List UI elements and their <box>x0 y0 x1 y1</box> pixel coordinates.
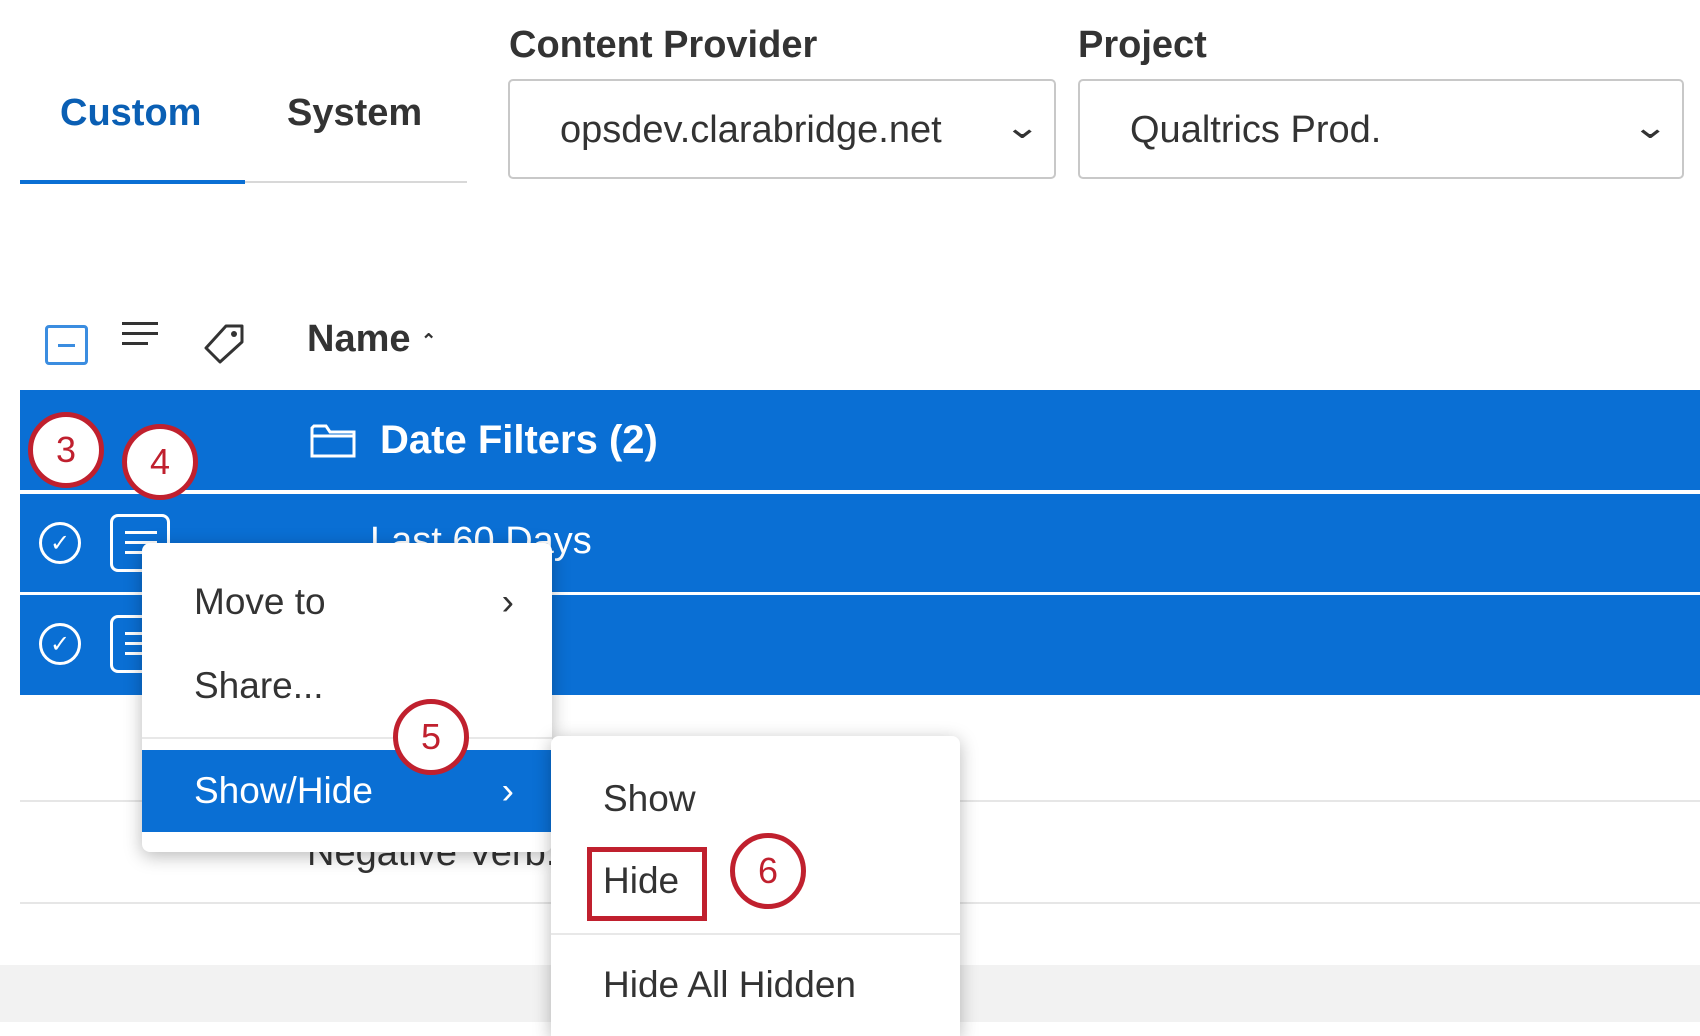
submenu-item-show[interactable]: Show <box>551 778 960 820</box>
context-menu: Move to› Share... Show/Hide› <box>142 543 552 852</box>
project-label: Project <box>1078 24 1207 67</box>
menu-item-show-hide[interactable]: Show/Hide› <box>142 750 552 832</box>
project-value: Qualtrics Prod. <box>1130 109 1381 151</box>
annotation-3: 3 <box>28 412 104 488</box>
row-name: Date Filters (2) <box>380 418 658 463</box>
menu-divider <box>551 933 960 935</box>
sort-ascending-icon: ⌃ <box>421 330 436 350</box>
folder-icon <box>310 422 356 463</box>
tab-custom[interactable]: Custom <box>60 92 201 135</box>
row-check-icon[interactable]: ✓ <box>39 522 81 564</box>
submenu-item-hide-all-hidden[interactable]: Hide All Hidden <box>551 964 960 1006</box>
menu-item-share[interactable]: Share... <box>142 665 552 707</box>
content-provider-select[interactable]: opsdev.clarabridge.net ⌄ <box>508 79 1056 179</box>
chevron-down-icon: ⌄ <box>1003 107 1040 147</box>
active-tab-indicator <box>20 180 245 184</box>
chevron-right-icon: › <box>502 770 514 812</box>
tab-system[interactable]: System <box>287 92 422 135</box>
table-row-folder[interactable]: Date Filters (2) <box>20 390 1700 490</box>
chevron-right-icon: › <box>502 581 514 623</box>
select-all-checkbox[interactable] <box>45 325 88 365</box>
project-select[interactable]: Qualtrics Prod. ⌄ <box>1078 79 1684 179</box>
annotation-5: 5 <box>393 699 469 775</box>
menu-item-move-to[interactable]: Move to› <box>142 581 552 623</box>
content-provider-label: Content Provider <box>509 24 817 67</box>
tag-icon[interactable] <box>202 322 242 362</box>
menu-lines-icon[interactable] <box>122 320 160 350</box>
hide-highlight-box <box>587 847 707 921</box>
menu-divider <box>142 737 552 739</box>
content-provider-value: opsdev.clarabridge.net <box>560 109 942 151</box>
minus-icon <box>58 344 75 347</box>
chevron-down-icon: ⌄ <box>1631 107 1668 147</box>
annotation-4: 4 <box>122 424 198 500</box>
name-header-label: Name <box>307 318 411 360</box>
row-check-icon[interactable]: ✓ <box>39 623 81 665</box>
annotation-6: 6 <box>730 833 806 909</box>
name-column-header[interactable]: Name ⌃ <box>307 318 436 361</box>
